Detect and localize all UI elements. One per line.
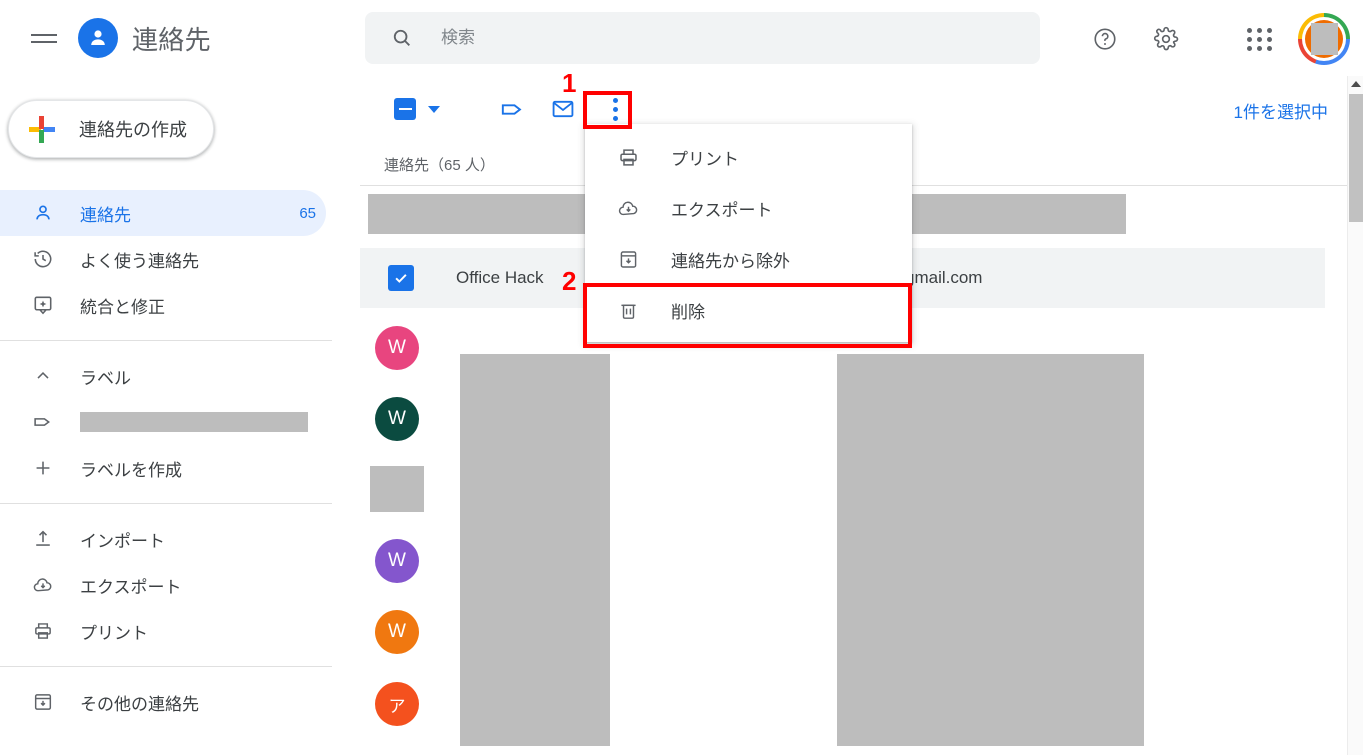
sidebar-item-other-contacts[interactable]: その他の連絡先 [0, 679, 326, 725]
menu-item-label: 削除 [671, 303, 705, 322]
vertical-scrollbar[interactable] [1347, 76, 1363, 755]
google-plus-icon [29, 116, 55, 143]
label-tag-icon [501, 103, 521, 115]
search-box[interactable] [365, 12, 1040, 64]
top-bar [360, 0, 1363, 76]
sidebar-item-frequent[interactable]: よく使う連絡先 [0, 236, 326, 282]
avatar [370, 466, 424, 512]
help-circle-icon[interactable] [1088, 22, 1122, 56]
sidebar-item-label: ラベルを作成 [80, 460, 182, 480]
history-clock-icon [30, 246, 56, 272]
avatar: W [375, 397, 419, 441]
annotation-marker-1: 1 [562, 68, 577, 98]
avatar: W [375, 539, 419, 583]
archive-box-icon [30, 689, 56, 715]
avatar: W [375, 326, 419, 370]
sidebar-item-label: 連絡先 [80, 205, 131, 225]
sidebar-divider-3 [0, 666, 332, 667]
contact-email: gmail.com [905, 268, 983, 287]
avatar: ア [375, 682, 419, 726]
printer-icon [30, 618, 56, 644]
create-contact-label: 連絡先の作成 [79, 120, 187, 140]
search-icon [391, 27, 413, 49]
more-vertical-dots-icon [612, 97, 618, 121]
sidebar-nav: 連絡先 65 よく使う連絡先 統合と修正 ラベル ラベルを作成 インポート エク… [0, 190, 360, 725]
avatar: W [375, 610, 419, 654]
sidebar-item-label: プリント [80, 623, 148, 643]
plus-icon [30, 455, 56, 481]
sidebar-item-redacted-label[interactable] [0, 399, 326, 445]
scroll-up-arrow-icon[interactable] [1348, 76, 1363, 92]
page-title: 連絡先 [132, 24, 211, 55]
sidebar-divider-1 [0, 340, 332, 341]
menu-item-print[interactable]: プリント [585, 132, 912, 183]
contacts-person-icon [78, 18, 118, 58]
sidebar-item-create-label[interactable]: ラベルを作成 [0, 445, 326, 491]
sidebar-item-print[interactable]: プリント [0, 608, 326, 654]
sidebar-item-label: 統合と修正 [80, 297, 165, 317]
selection-count-label[interactable]: 1件を選択中 [1234, 98, 1328, 123]
sidebar-item-export[interactable]: エクスポート [0, 562, 326, 608]
sidebar-labels-header-label: ラベル [80, 368, 131, 388]
apply-label-button[interactable] [487, 84, 537, 134]
sidebar-item-count: 65 [299, 204, 316, 222]
sidebar-item-import[interactable]: インポート [0, 516, 326, 562]
hamburger-icon[interactable] [20, 14, 68, 62]
apps-grid-icon[interactable] [1243, 22, 1277, 56]
avatar-redaction [1310, 23, 1338, 55]
sidebar-labels-header[interactable]: ラベル [0, 353, 326, 399]
emails-column-redaction [837, 354, 1144, 746]
menu-item-delete[interactable]: 削除 [585, 285, 912, 336]
menu-item-label: 連絡先から除外 [671, 252, 790, 271]
search-input[interactable] [441, 28, 981, 48]
main-area: 1件を選択中 連絡先（65 人） Office Hack gmail.com W [360, 0, 1363, 755]
import-upload-icon [30, 526, 56, 552]
create-contact-button[interactable]: 連絡先の作成 [8, 100, 214, 158]
contacts-count-label: 連絡先（65 人） [384, 157, 495, 174]
sidebar-item-label: その他の連絡先 [80, 694, 199, 714]
annotation-marker-2: 2 [562, 266, 577, 296]
export-cloud-download-icon [30, 572, 56, 598]
chevron-up-icon [30, 366, 56, 386]
account-avatar[interactable] [1298, 13, 1350, 65]
menu-item-label: エクスポート [671, 201, 773, 220]
redacted-label-name [80, 412, 308, 432]
trash-icon [615, 298, 641, 324]
label-tag-icon [30, 409, 56, 435]
sidebar-item-label: よく使う連絡先 [80, 251, 199, 271]
names-column-redaction [460, 354, 610, 746]
select-all-checkbox[interactable] [388, 84, 448, 134]
archive-box-icon [615, 247, 641, 273]
scrollbar-thumb[interactable] [1349, 94, 1363, 222]
contacts-app-window: 連絡先 連絡先の作成 連絡先 65 よく使う連絡先 統合と修正 ラベル ラベルを… [0, 0, 1363, 755]
menu-item-remove-from-contacts[interactable]: 連絡先から除外 [585, 234, 912, 285]
more-options-menu: プリント エクスポート 連絡先から除外 削除 [585, 124, 912, 342]
avatar-ring-inner [1302, 17, 1346, 61]
export-cloud-download-icon [615, 196, 641, 222]
menu-item-label: プリント [671, 150, 739, 169]
row-checkbox[interactable] [388, 265, 414, 291]
printer-icon [615, 145, 641, 171]
chevron-down-icon[interactable] [428, 105, 440, 113]
brand-row: 連絡先 [0, 0, 360, 76]
sidebar-item-label: インポート [80, 531, 165, 551]
sidebar-item-merge-fix[interactable]: 統合と修正 [0, 282, 326, 328]
merge-fix-icon [30, 292, 56, 318]
sidebar-item-label: エクスポート [80, 577, 182, 597]
avatar-photo [1305, 20, 1343, 58]
person-icon [30, 200, 56, 226]
sidebar-divider-2 [0, 503, 332, 504]
indeterminate-checkbox-icon [394, 98, 416, 120]
envelope-icon [552, 100, 574, 118]
contact-name: Office Hack [456, 268, 544, 287]
menu-item-export[interactable]: エクスポート [585, 183, 912, 234]
sidebar: 連絡先 連絡先の作成 連絡先 65 よく使う連絡先 統合と修正 ラベル ラベルを… [0, 0, 360, 755]
sidebar-item-contacts[interactable]: 連絡先 65 [0, 190, 326, 236]
gear-icon[interactable] [1149, 22, 1183, 56]
